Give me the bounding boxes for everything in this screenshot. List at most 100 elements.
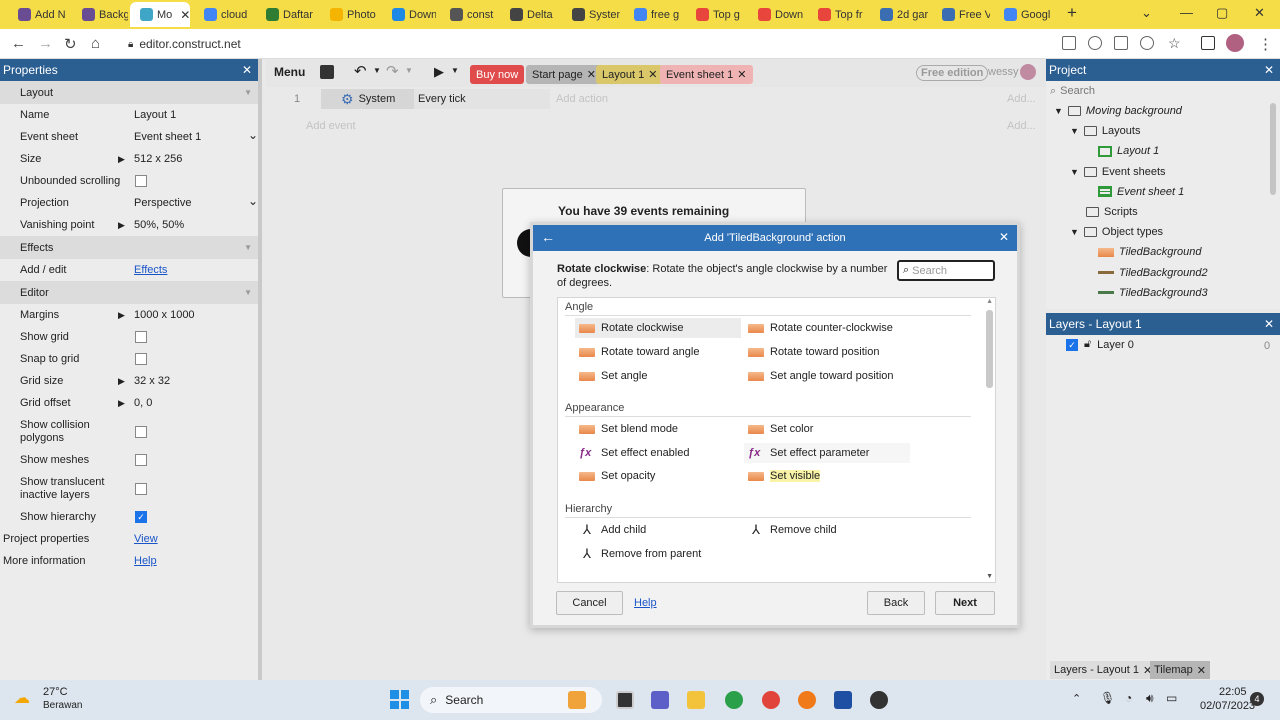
teams-icon[interactable] <box>651 691 669 709</box>
scrollbar[interactable] <box>1270 103 1276 195</box>
maximize-icon[interactable]: ▢ <box>1216 5 1228 21</box>
checkbox[interactable] <box>135 482 147 495</box>
next-button[interactable]: Next <box>935 591 995 615</box>
property-row[interactable]: Projection Perspective ⌄ <box>0 192 258 214</box>
browser-tab[interactable]: const <box>440 2 496 27</box>
collapse-icon[interactable]: ▼ <box>244 88 252 97</box>
task-view-icon[interactable] <box>616 691 634 709</box>
property-row[interactable]: Event sheet Event sheet 1 ⌄ <box>0 126 258 148</box>
browser-tab[interactable]: 2d gar <box>870 2 928 27</box>
minimize-icon[interactable]: — <box>1180 5 1193 20</box>
add-action-link[interactable]: Add action <box>556 93 608 105</box>
property-value[interactable]: Layout 1 <box>134 109 176 121</box>
cancel-button[interactable]: Cancel <box>556 591 623 615</box>
file-explorer-icon[interactable] <box>687 691 705 709</box>
browser-tab[interactable]: Down <box>748 2 804 27</box>
close-icon[interactable]: ✕ <box>1264 63 1274 77</box>
property-row[interactable]: Add / edit Effects <box>0 259 258 281</box>
expand-icon[interactable]: ▼ <box>1070 167 1079 177</box>
scroll-down-icon[interactable]: ▼ <box>986 573 993 580</box>
more-menu-icon[interactable]: ⋮ <box>1258 35 1273 53</box>
star-icon[interactable]: ☆ <box>1168 35 1181 52</box>
widgets-icon[interactable] <box>568 691 586 709</box>
project-tree-item[interactable]: ▼ Event sheets <box>1070 166 1166 178</box>
property-row[interactable]: Unbounded scrolling <box>0 170 258 192</box>
property-row[interactable]: Size 512 x 256 ▶ <box>0 148 258 170</box>
expand-icon[interactable]: ▼ <box>1070 126 1079 136</box>
start-page-tab[interactable]: Start page ✕ <box>526 65 602 84</box>
reload-icon[interactable]: ↻ <box>64 35 77 53</box>
checkbox[interactable] <box>135 175 147 187</box>
action-item[interactable]: Rotate toward position <box>744 342 910 362</box>
checkbox[interactable] <box>135 425 147 438</box>
browser-tab[interactable]: Top g <box>686 2 744 27</box>
tilemap-tab[interactable]: Tilemap ✕ <box>1150 661 1210 679</box>
play-icon[interactable]: ▶ <box>434 64 444 80</box>
condition-row[interactable]: Every tick <box>414 89 550 109</box>
action-item[interactable]: ⅄ Remove child <box>744 520 910 540</box>
property-row[interactable]: Show collision polygons <box>0 414 258 449</box>
browser-tab[interactable]: Photo <box>320 2 378 27</box>
expand-icon[interactable]: ▶ <box>118 220 125 231</box>
section-header[interactable]: Layout ▼ <box>0 81 258 104</box>
property-row[interactable]: Grid offset 0, 0 ▶ <box>0 392 258 414</box>
browser-tab[interactable]: Daftar <box>256 2 316 27</box>
browser-tab[interactable]: Delta <box>500 2 558 27</box>
back-button[interactable]: Back <box>867 591 925 615</box>
action-item[interactable]: ƒx Set effect parameter <box>744 443 910 463</box>
help-link[interactable]: Help <box>634 597 657 609</box>
action-item[interactable]: Rotate clockwise <box>575 318 741 338</box>
property-row[interactable]: Show translucent inactive layers <box>0 471 258 506</box>
action-item[interactable]: ⅄ Remove from parent <box>575 544 741 564</box>
redo-dropdown-icon[interactable]: ▼ <box>405 66 413 75</box>
event-sheet-tab[interactable]: Event sheet 1 ✕ <box>660 65 753 84</box>
close-icon[interactable]: ✕ <box>648 68 657 81</box>
condition-object[interactable]: ⚙ System <box>321 89 415 109</box>
browser-tab[interactable]: Mo ✕ <box>130 2 190 27</box>
clipboard-icon[interactable] <box>1062 36 1076 50</box>
action-item[interactable]: Rotate counter-clockwise <box>744 318 910 338</box>
scrollbar[interactable] <box>986 310 993 388</box>
browser-tab[interactable]: Add N <box>8 2 68 27</box>
project-tree-item[interactable]: ▼ Moving background <box>1054 105 1182 117</box>
sidebar-icon[interactable] <box>1201 36 1215 50</box>
collapse-icon[interactable]: ▼ <box>244 243 252 252</box>
property-row[interactable]: More information Help <box>0 550 258 572</box>
play-dropdown-icon[interactable]: ▼ <box>451 66 459 75</box>
weather-icon[interactable]: ☁ <box>14 688 30 708</box>
battery-icon[interactable]: ▭ <box>1166 691 1177 705</box>
search-input[interactable]: ⌕ Search <box>897 260 995 281</box>
back-arrow-icon[interactable]: ← <box>541 229 555 245</box>
browser-tab[interactable]: Systen <box>562 2 620 27</box>
property-row[interactable]: Snap to grid <box>0 348 258 370</box>
action-item[interactable]: ⅄ Add child <box>575 520 741 540</box>
browser-tab[interactable]: Free V <box>932 2 990 27</box>
close-icon[interactable]: ✕ <box>999 230 1009 244</box>
property-row[interactable]: Show hierarchy ✓ <box>0 506 258 528</box>
checkbox[interactable] <box>135 353 147 365</box>
property-value[interactable]: 512 x 256 <box>134 153 182 165</box>
share-icon[interactable] <box>1140 36 1154 50</box>
back-arrow-icon[interactable]: ← <box>11 35 26 52</box>
action-item[interactable]: Set visible <box>744 466 910 486</box>
property-value[interactable]: 0, 0 <box>134 397 152 409</box>
close-icon[interactable]: ✕ <box>1264 317 1274 331</box>
property-row[interactable]: Grid size 32 x 32 ▶ <box>0 370 258 392</box>
action-item[interactable]: Set angle toward position <box>744 366 910 386</box>
expand-icon[interactable]: ▶ <box>118 398 125 409</box>
property-value[interactable]: Event sheet 1 <box>134 131 201 143</box>
wifi-icon[interactable]: ◔ <box>1125 691 1132 705</box>
project-tree-item[interactable]: TiledBackground3 <box>1098 287 1208 299</box>
project-tree-item[interactable]: TiledBackground2 <box>1098 267 1208 279</box>
collapse-icon[interactable]: ▼ <box>244 288 252 297</box>
notification-badge[interactable]: 4 <box>1250 692 1264 706</box>
add-menu-link[interactable]: Add... <box>1007 120 1036 132</box>
forward-arrow-icon[interactable]: → <box>38 35 53 52</box>
firefox-icon[interactable] <box>798 691 816 709</box>
property-row[interactable]: Margins 1000 x 1000 ▶ <box>0 304 258 326</box>
undo-icon[interactable]: ↶ <box>354 62 367 80</box>
save-icon[interactable] <box>320 65 334 79</box>
dropdown-icon[interactable]: ⌄ <box>248 194 258 208</box>
property-row[interactable]: Name Layout 1 <box>0 104 258 126</box>
extension-icon[interactable] <box>1114 36 1128 50</box>
